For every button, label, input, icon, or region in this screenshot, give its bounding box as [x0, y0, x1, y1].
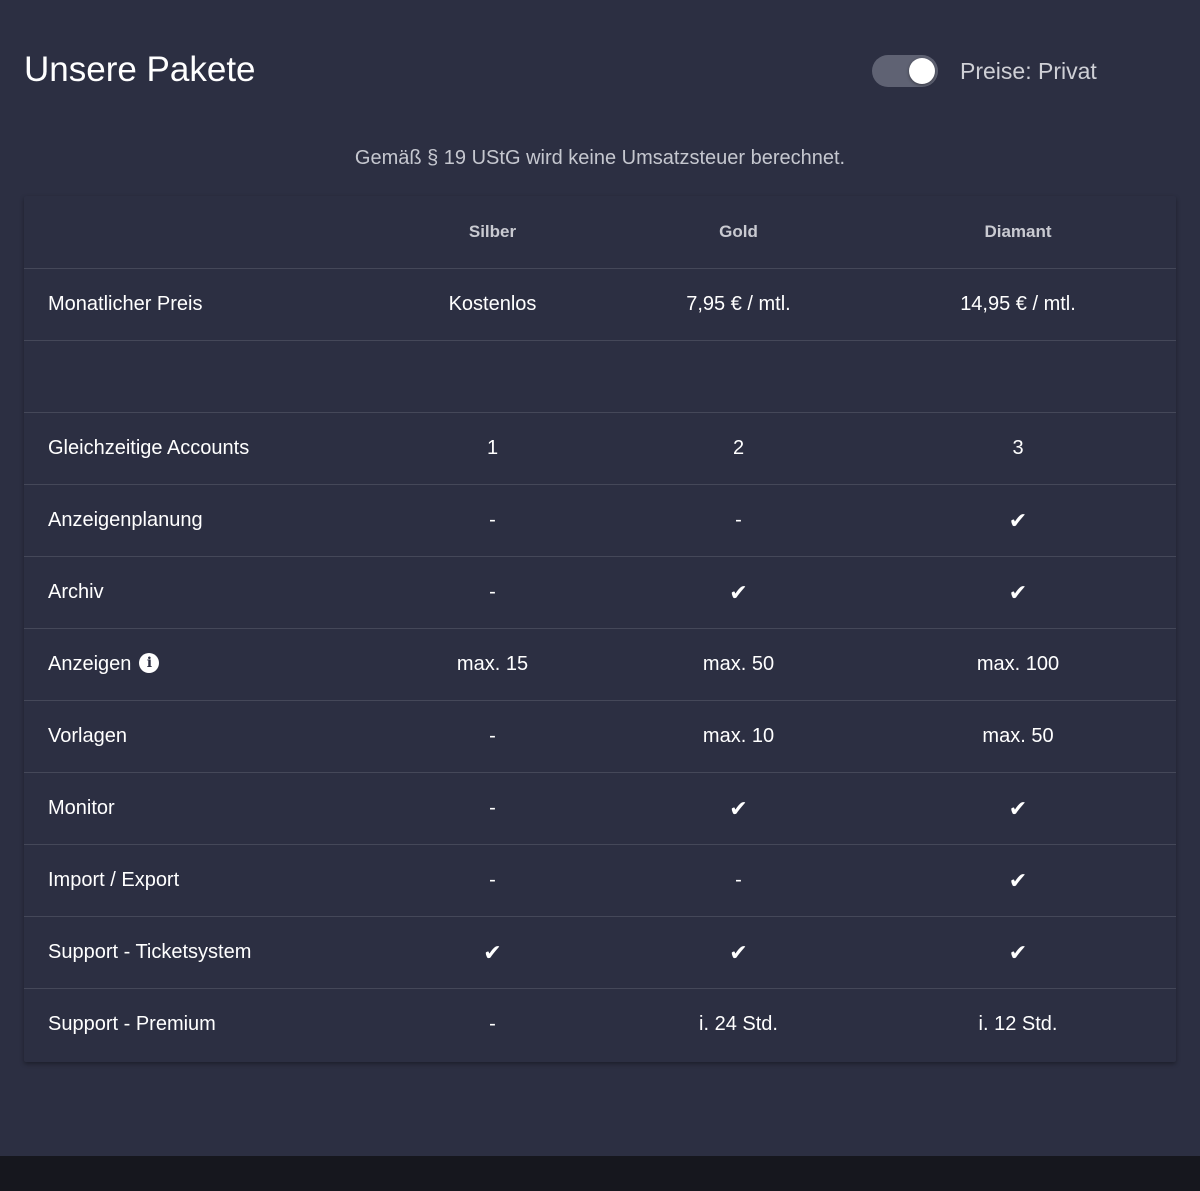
page-title: Unsere Pakete	[24, 50, 256, 89]
cell-diamant: ✔	[860, 916, 1176, 989]
cell-silber: -	[368, 484, 617, 557]
pricing-table-card: Silber Gold Diamant Monatlicher Preis Ko…	[24, 196, 1176, 1062]
price-type-label: Preise: Privat	[960, 58, 1097, 84]
cell-diamant: ✔	[860, 844, 1176, 917]
cell-diamant: ✔	[860, 484, 1176, 557]
row-label: Anzeigen	[48, 653, 132, 675]
cell-diamant: 3	[860, 412, 1176, 485]
cell-diamant	[860, 340, 1176, 413]
info-icon[interactable]: i	[139, 653, 160, 674]
cell-silber: -	[368, 844, 617, 917]
toggle-knob	[909, 58, 935, 84]
header-silber: Silber	[368, 196, 617, 269]
table-row: Monatlicher Preis Kostenlos 7,95 € / mtl…	[24, 268, 1176, 341]
cell-silber: ✔	[368, 916, 617, 989]
cell-diamant: 14,95 € / mtl.	[860, 268, 1176, 341]
cell-gold: max. 50	[617, 628, 860, 701]
cell-silber: -	[489, 1013, 496, 1035]
cell-diamant: max. 50	[860, 700, 1176, 773]
cell-silber: Kostenlos	[368, 268, 617, 341]
cell-gold: ✔	[617, 772, 860, 845]
pricing-table: Silber Gold Diamant Monatlicher Preis Ko…	[24, 196, 1176, 1060]
row-label: Support - Premium	[48, 1013, 216, 1035]
cell-silber: 1	[368, 412, 617, 485]
cell-gold: 2	[617, 412, 860, 485]
cell-diamant: i. 12 Std.	[978, 1013, 1058, 1035]
cell-gold: max. 10	[617, 700, 860, 773]
table-row: Gleichzeitige Accounts 1 2 3	[24, 412, 1176, 485]
table-row: Archiv - ✔ ✔	[24, 556, 1176, 629]
header-diamant: Diamant	[860, 196, 1176, 269]
table-row-spacer	[24, 340, 1176, 413]
row-label: Gleichzeitige Accounts	[24, 412, 368, 485]
row-label: Support - Ticketsystem	[24, 916, 368, 989]
cell-silber: max. 15	[368, 628, 617, 701]
table-row: Support - Premium - i. 24 Std. i. 12 Std…	[24, 989, 1176, 1061]
table-row: Vorlagen - max. 10 max. 50	[24, 700, 1176, 773]
cell-silber: -	[368, 700, 617, 773]
page-footer-strip	[0, 1156, 1200, 1191]
cell-gold: i. 24 Std.	[699, 1013, 778, 1035]
row-label: Monatlicher Preis	[24, 268, 368, 341]
cell-diamant: max. 100	[860, 628, 1176, 701]
header-feature	[24, 196, 368, 269]
cell-gold	[617, 340, 860, 413]
table-row: Monitor - ✔ ✔	[24, 772, 1176, 845]
pricing-table-header: Silber Gold Diamant	[24, 196, 1176, 269]
table-row: Import / Export - - ✔	[24, 844, 1176, 917]
packages-panel: Unsere Pakete Preise: Privat Gemäß § 19 …	[0, 0, 1200, 1156]
cell-diamant: ✔	[860, 556, 1176, 629]
table-row: Anzeigen i max. 15 max. 50 max. 100	[24, 628, 1176, 701]
table-row: Support - Ticketsystem ✔ ✔ ✔	[24, 916, 1176, 989]
pricing-table-body: Monatlicher Preis Kostenlos 7,95 € / mtl…	[24, 268, 1176, 1061]
row-label	[24, 340, 368, 413]
cell-diamant: ✔	[860, 772, 1176, 845]
cell-gold: ✔	[617, 556, 860, 629]
cell-silber	[368, 340, 617, 413]
cell-gold: ✔	[617, 916, 860, 989]
row-label: Anzeigenplanung	[24, 484, 368, 557]
header-row: Silber Gold Diamant	[24, 196, 1176, 269]
table-row: Anzeigenplanung - - ✔	[24, 484, 1176, 557]
price-type-toggle[interactable]	[872, 55, 938, 87]
cell-silber: -	[368, 772, 617, 845]
header-gold: Gold	[617, 196, 860, 269]
row-label-cell: Anzeigen i	[24, 628, 368, 701]
cell-silber: -	[368, 556, 617, 629]
row-label: Import / Export	[24, 844, 368, 917]
row-label: Monitor	[24, 772, 368, 845]
cell-gold: 7,95 € / mtl.	[617, 268, 860, 341]
cell-gold: -	[617, 484, 860, 557]
tax-note: Gemäß § 19 UStG wird keine Umsatzsteuer …	[354, 147, 846, 169]
row-label: Vorlagen	[24, 700, 368, 773]
cell-gold: -	[617, 844, 860, 917]
row-label: Archiv	[24, 556, 368, 629]
